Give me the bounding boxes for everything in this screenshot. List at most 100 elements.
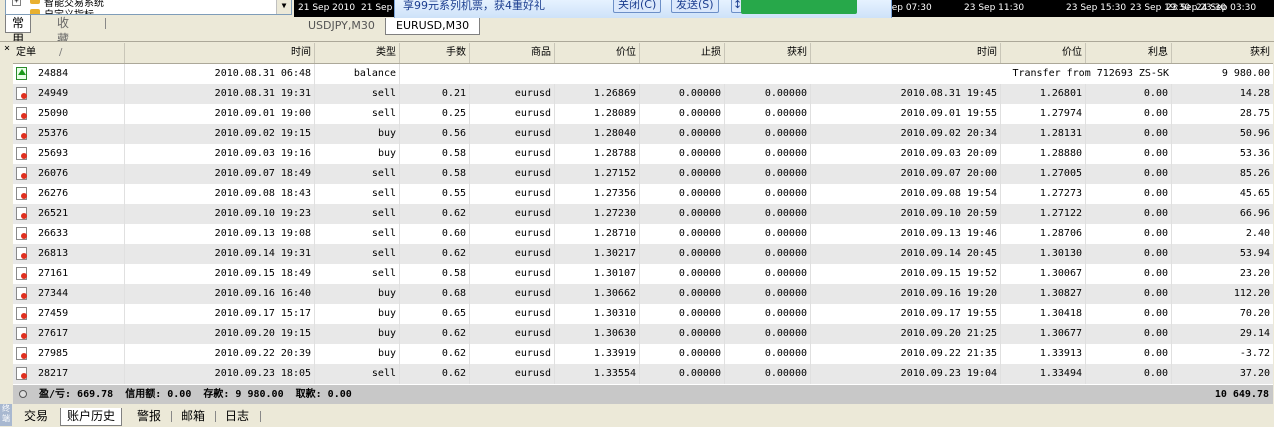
cell-price: 1.30310	[555, 304, 640, 324]
cell-price: 1.33919	[555, 344, 640, 364]
tab-separator	[215, 411, 216, 422]
cell-swap: 0.00	[1086, 364, 1172, 384]
totals-icon	[19, 390, 27, 398]
column-header-close-time[interactable]: 时间	[811, 43, 1001, 63]
tree-item-custom-indicators[interactable]: 自定义指标	[44, 6, 94, 14]
cell-stop-loss: 0.00000	[640, 264, 725, 284]
cell-type: sell	[315, 164, 400, 184]
table-row[interactable]: 26076 2010.09.07 18:49 sell 0.58 eurusd 1.271…	[13, 164, 1273, 184]
tab-journal[interactable]: 日志	[219, 408, 255, 425]
cell-close-price: 1.30130	[1001, 244, 1086, 264]
column-header-time[interactable]: 时间	[125, 43, 315, 63]
column-header-swap[interactable]: 利息	[1086, 43, 1172, 63]
cell-type: buy	[315, 304, 400, 324]
cell-close-time: 2010.09.17 19:55	[811, 304, 1001, 324]
promo-banner[interactable]	[741, 0, 857, 14]
cell-order: 27617	[35, 324, 125, 344]
cell-time: 2010.09.02 19:15	[125, 124, 315, 144]
column-header-type[interactable]: 类型	[315, 43, 400, 63]
cell-stop-loss: 0.00000	[640, 344, 725, 364]
column-header-stop-loss[interactable]: 止损	[640, 43, 725, 63]
close-button[interactable]: 关闭(C)	[613, 0, 662, 13]
column-header-profit[interactable]: 获利	[1172, 43, 1273, 63]
tab-common[interactable]: 常用	[5, 15, 32, 46]
table-row[interactable]: 27344 2010.09.16 16:40 buy 0.68 eurusd 1.3066…	[13, 284, 1273, 304]
column-header-take-profit[interactable]: 获利	[725, 43, 811, 63]
table-row[interactable]: 26521 2010.09.10 19:23 sell 0.62 eurusd 1.272…	[13, 204, 1273, 224]
cell-lots: 0.56	[400, 124, 470, 144]
cell-close-time: 2010.09.10 20:59	[811, 204, 1001, 224]
cell-swap: 0.00	[1086, 304, 1172, 324]
cell-swap: 0.00	[1086, 264, 1172, 284]
cell-close-price: 1.28706	[1001, 224, 1086, 244]
table-header: 定单 / 时间 类型 手数 商品 价位 止损 获利 时间 价位 利息 获利	[13, 43, 1273, 64]
table-row[interactable]: 25090 2010.09.01 19:00 sell 0.25 eurusd 1.280…	[13, 104, 1273, 124]
table-row-balance[interactable]: 24884 2010.08.31 06:48 balance Transfer …	[13, 64, 1273, 84]
table-row[interactable]: 27985 2010.09.22 20:39 buy 0.62 eurusd 1.3391…	[13, 344, 1273, 364]
tab-favorites[interactable]: 收藏夹	[51, 15, 75, 62]
cell-lots: 0.62	[400, 204, 470, 224]
column-header-close-price[interactable]: 价位	[1001, 43, 1086, 63]
tab-separator	[260, 411, 261, 422]
time-label: Sep 07:30	[886, 3, 932, 13]
tab-alerts[interactable]: 警报	[131, 408, 167, 425]
cell-profit: 9 980.00	[1221, 68, 1270, 79]
cell-order: 25376	[35, 124, 125, 144]
cell-swap: 0.00	[1086, 184, 1172, 204]
cell-symbol: eurusd	[470, 144, 555, 164]
cell-time: 2010.09.22 20:39	[125, 344, 315, 364]
cell-profit: 70.20	[1239, 308, 1270, 319]
cell-profit: 14.28	[1239, 88, 1270, 99]
column-header-symbol[interactable]: 商品	[470, 43, 555, 63]
cell-swap: 0.00	[1086, 244, 1172, 264]
cell-close-time: 2010.09.20 21:25	[811, 324, 1001, 344]
tab-trade[interactable]: 交易	[18, 408, 54, 425]
expand-icon[interactable]: +	[12, 0, 21, 6]
cell-close-time: 2010.09.23 19:04	[811, 364, 1001, 384]
closed-order-icon	[16, 187, 27, 200]
cell-type: sell	[315, 364, 400, 384]
tab-mailbox[interactable]: 邮箱	[175, 408, 211, 425]
column-header-lots[interactable]: 手数	[400, 43, 470, 63]
table-row[interactable]: 26633 2010.09.13 19:08 sell 0.60 eurusd 1.287…	[13, 224, 1273, 244]
table-row[interactable]: 27459 2010.09.17 15:17 buy 0.65 eurusd 1.3031…	[13, 304, 1273, 324]
cell-time: 2010.09.01 19:00	[125, 104, 315, 124]
cell-profit: 50.96	[1239, 128, 1270, 139]
table-row[interactable]: 28217 2010.09.23 18:05 sell 0.62 eurusd 1.335…	[13, 364, 1273, 384]
table-row[interactable]: 24949 2010.08.31 19:31 sell 0.21 eurusd 1.268…	[13, 84, 1273, 104]
table-row[interactable]: 26276 2010.09.08 18:43 sell 0.55 eurusd 1.273…	[13, 184, 1273, 204]
tab-eurusd-m30[interactable]: EURUSD,M30	[385, 18, 481, 35]
cell-time: 2010.09.23 18:05	[125, 364, 315, 384]
table-row[interactable]: 25693 2010.09.03 19:16 buy 0.58 eurusd 1.2878…	[13, 144, 1273, 164]
close-icon[interactable]: ×	[2, 44, 12, 54]
table-row[interactable]: 25376 2010.09.02 19:15 buy 0.56 eurusd 1.2804…	[13, 124, 1273, 144]
cell-time: 2010.09.07 18:49	[125, 164, 315, 184]
send-button[interactable]: 发送(S)	[671, 0, 719, 13]
cell-lots: 0.62	[400, 324, 470, 344]
closed-order-icon	[16, 347, 27, 360]
cell-stop-loss: 0.00000	[640, 204, 725, 224]
cell-order: 24949	[35, 84, 125, 104]
cell-close-price: 1.33913	[1001, 344, 1086, 364]
cell-take-profit: 0.00000	[725, 284, 811, 304]
cell-swap: 0.00	[1086, 124, 1172, 144]
column-header-order[interactable]: 定单 /	[13, 43, 125, 63]
cell-symbol: eurusd	[470, 204, 555, 224]
table-row[interactable]: 27617 2010.09.20 19:15 buy 0.62 eurusd 1.3063…	[13, 324, 1273, 344]
tab-separator	[105, 18, 106, 29]
chevron-down-icon[interactable]: ▼	[276, 0, 291, 14]
tab-account-history[interactable]: 账户历史	[60, 408, 123, 426]
cell-close-time: 2010.09.07 20:00	[811, 164, 1001, 184]
cell-close-time: 2010.09.16 19:20	[811, 284, 1001, 304]
table-row[interactable]: 26813 2010.09.14 19:31 sell 0.62 eurusd 1.302…	[13, 244, 1273, 264]
cell-stop-loss: 0.00000	[640, 324, 725, 344]
cell-symbol: eurusd	[470, 344, 555, 364]
table-row[interactable]: 27161 2010.09.15 18:49 sell 0.58 eurusd 1.301…	[13, 264, 1273, 284]
tab-usdjpy-m30[interactable]: USDJPY,M30	[298, 18, 386, 34]
cell-symbol: eurusd	[470, 264, 555, 284]
cell-symbol: eurusd	[470, 224, 555, 244]
column-header-price[interactable]: 价位	[555, 43, 640, 63]
cell-symbol: eurusd	[470, 184, 555, 204]
navigator-panel: + 智能交易系统 自定义指标 ▼ 常用 收藏夹	[0, 0, 294, 62]
cell-price: 1.28788	[555, 144, 640, 164]
